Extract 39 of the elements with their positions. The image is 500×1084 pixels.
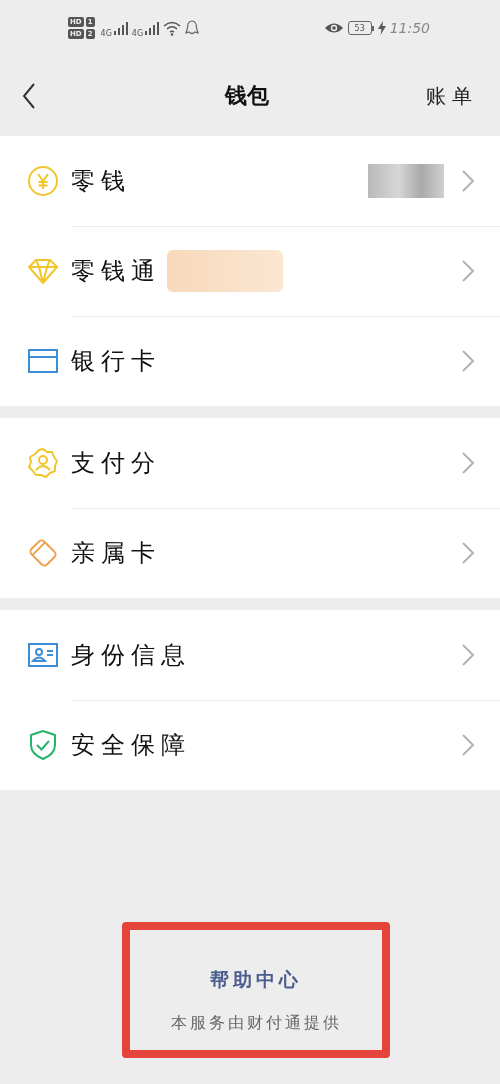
network-label: 4G [100, 29, 112, 38]
chevron-icon [462, 643, 474, 666]
menu-item[interactable]: 零钱通 [0, 226, 500, 316]
item-label: 零钱 [71, 165, 131, 197]
eye-icon [323, 21, 344, 35]
item-label: 零钱通 [71, 255, 161, 287]
item-label: 支付分 [71, 447, 161, 479]
chevron-icon [462, 734, 474, 756]
item-label: 银行卡 [71, 346, 161, 377]
menu-item[interactable]: 支付分 [0, 418, 500, 508]
back-button[interactable] [20, 81, 38, 111]
menu-item[interactable]: 零钱 [0, 136, 500, 226]
item-label: 身份信息 [71, 639, 191, 671]
menu-item[interactable]: 亲属卡 [0, 508, 500, 598]
signal-icon [113, 21, 128, 35]
chevron-icon [462, 169, 474, 192]
shield-icon [27, 729, 59, 761]
chevron-icon [462, 542, 474, 564]
coin-icon [27, 165, 59, 197]
battery-level: 53 [354, 23, 365, 33]
menu-item[interactable]: 安全保障 [0, 700, 500, 790]
tilted-card-icon [27, 537, 59, 569]
item-label: 亲属卡 [71, 538, 161, 569]
chevron-icon [462, 350, 474, 372]
menu-item[interactable]: 身份信息 [0, 610, 500, 700]
wifi-icon [163, 20, 182, 36]
help-center-link[interactable]: 帮助中心 [210, 967, 302, 993]
menu-item[interactable]: 银行卡 [0, 316, 500, 406]
badge-icon [27, 447, 59, 479]
back-icon [22, 83, 36, 109]
signal-icon [145, 21, 160, 35]
page-title: 钱包 [225, 82, 269, 110]
bill-link[interactable]: 账单 [426, 82, 478, 110]
clock: 11:50 [389, 20, 430, 36]
chevron-icon [462, 451, 474, 474]
chevron-icon [462, 259, 474, 282]
network-label: 4G [131, 29, 144, 38]
provider-note: 本服务由财付通提供 [170, 1013, 342, 1034]
item-label: 安全保障 [71, 730, 191, 761]
